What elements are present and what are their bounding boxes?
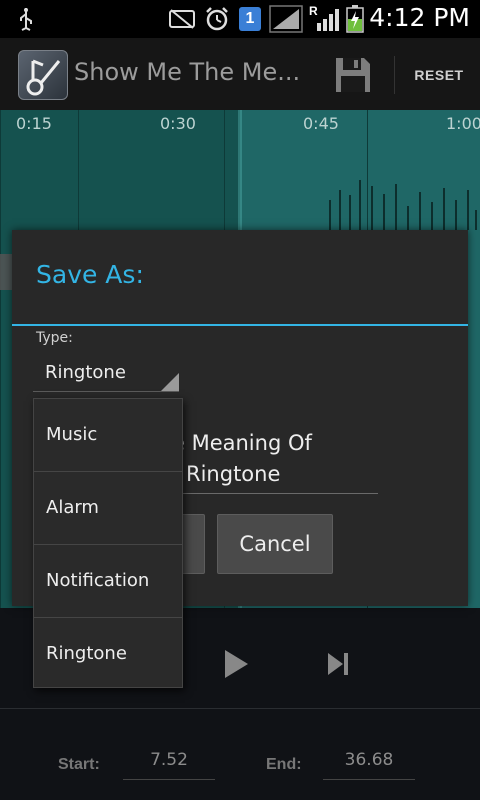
app-title: Show Me The Me...	[74, 58, 301, 86]
reset-button[interactable]: RESET	[398, 60, 480, 90]
cancel-button[interactable]: Cancel	[217, 514, 333, 574]
dropdown-option-ringtone[interactable]: Ringtone	[34, 618, 182, 690]
no-signal-icon	[166, 6, 198, 32]
type-label: Type:	[36, 330, 73, 346]
roaming-signal-icon: R	[307, 4, 341, 32]
dropdown-option-notification[interactable]: Notification	[34, 545, 182, 617]
name-line-2: Ringtone	[186, 462, 281, 486]
controls-divider	[0, 708, 480, 709]
dropdown-option-alarm[interactable]: Alarm	[34, 472, 182, 544]
name-line-1: e Meaning Of	[172, 431, 312, 455]
dropdown-option-music[interactable]: Music	[34, 399, 182, 471]
alarm-icon	[203, 6, 231, 32]
spinner-arrow-icon	[161, 373, 179, 391]
notification-badge-icon: 1	[238, 6, 262, 32]
badge-number: 1	[239, 7, 261, 31]
end-label: End:	[266, 756, 302, 773]
battery-charging-icon	[345, 5, 365, 33]
app-logo-icon[interactable]	[18, 50, 68, 100]
signal-strength-icon	[268, 5, 304, 33]
dialog-title: Save As:	[36, 260, 144, 289]
roaming-letter: R	[309, 4, 318, 18]
start-time-input[interactable]: 7.52	[123, 750, 215, 780]
type-dropdown-list: Music Alarm Notification Ringtone	[33, 398, 183, 688]
action-bar-divider	[394, 56, 395, 94]
start-label: Start:	[58, 756, 100, 773]
type-spinner[interactable]: Ringtone	[33, 356, 179, 392]
ringtone-name-input[interactable]: e Meaning Of Ringtone	[172, 428, 378, 494]
type-spinner-value: Ringtone	[45, 362, 126, 383]
save-button[interactable]	[330, 52, 376, 98]
usb-icon	[14, 6, 38, 32]
dialog-title-divider	[12, 324, 468, 326]
play-icon	[225, 650, 248, 678]
floppy-disk-icon	[336, 58, 370, 92]
forward-button[interactable]	[310, 636, 366, 692]
skip-forward-icon	[328, 653, 348, 675]
end-time-input[interactable]: 36.68	[323, 750, 415, 780]
status-time: 4:12 PM	[369, 3, 470, 32]
status-bar: 1 R 4:12 PM	[0, 0, 480, 38]
action-bar: Show Me The Me... RESET	[0, 38, 480, 110]
play-button[interactable]	[208, 636, 264, 692]
